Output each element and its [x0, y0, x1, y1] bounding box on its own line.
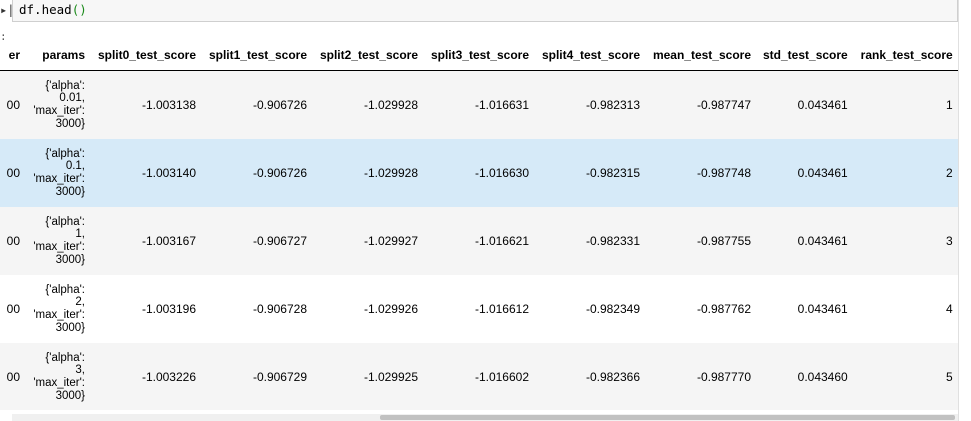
params-cell: {'alpha': 0.1, 'max_iter': 3000} — [26, 139, 91, 207]
table-row: 00 {'alpha': 3, 'max_iter': 3000} -1.003… — [0, 343, 959, 410]
params-cell: {'alpha': 1, 'max_iter': 3000} — [26, 207, 91, 275]
code-prefix: df.head — [19, 2, 72, 17]
split3-cell: -1.016621 — [424, 207, 535, 275]
iter-cell: 00 — [0, 70, 26, 139]
rank-cell: 4 — [853, 275, 959, 343]
split1-cell: -0.906726 — [202, 139, 313, 207]
split4-cell: -0.982349 — [535, 275, 646, 343]
params-line: 'max_iter': — [33, 105, 85, 117]
horizontal-scrollbar[interactable] — [12, 414, 958, 421]
std-cell: 0.043461 — [757, 139, 854, 207]
params-line: {'alpha': — [45, 283, 85, 296]
panel-divider — [958, 0, 959, 421]
table-row: 00 {'alpha': 0.01, 'max_iter': 3000} -1.… — [0, 70, 959, 139]
split2-cell: -1.029928 — [313, 70, 424, 139]
params-line: 0.1, — [65, 160, 85, 173]
mean-cell: -0.987748 — [646, 139, 757, 207]
column-header: split1_test_score — [202, 40, 313, 71]
std-cell: 0.043461 — [757, 70, 854, 139]
split0-cell: -1.003196 — [91, 275, 202, 343]
split1-cell: -0.906729 — [202, 343, 313, 410]
split1-cell: -0.906727 — [202, 207, 313, 275]
rank-cell: 5 — [853, 343, 959, 410]
column-header: split0_test_score — [91, 40, 202, 71]
split1-cell: -0.906728 — [202, 275, 313, 343]
rank-cell: 2 — [853, 139, 959, 207]
header-row: er params split0_test_score split1_test_… — [0, 40, 959, 71]
params-line: 3000} — [55, 117, 85, 130]
split2-cell: -1.029925 — [313, 343, 424, 410]
iter-cell: 00 — [0, 207, 26, 275]
split0-cell: -1.003140 — [91, 139, 202, 207]
code-parens: () — [71, 2, 87, 17]
split3-cell: -1.016630 — [424, 139, 535, 207]
split3-cell: -1.016602 — [424, 343, 535, 410]
column-header: mean_test_score — [646, 40, 757, 71]
params-line: 3, — [75, 364, 85, 377]
params-line: 'max_iter': — [33, 241, 85, 253]
dataframe-output: er params split0_test_score split1_test_… — [0, 40, 971, 410]
params-line: 'max_iter': — [33, 173, 85, 185]
column-header: er — [0, 40, 26, 71]
split0-cell: -1.003138 — [91, 70, 202, 139]
split4-cell: -0.982315 — [535, 139, 646, 207]
code-text[interactable]: df.head() — [19, 2, 87, 17]
mean-cell: -0.987747 — [646, 70, 757, 139]
code-cell[interactable]: df.head() — [12, 0, 958, 22]
params-line: 3000} — [55, 389, 85, 402]
params-line: 3000} — [55, 253, 85, 266]
iter-cell: 00 — [0, 343, 26, 410]
params-line: {'alpha': — [45, 215, 85, 228]
column-header: std_test_score — [757, 40, 854, 71]
mean-cell: -0.987770 — [646, 343, 757, 410]
table-row: 00 {'alpha': 1, 'max_iter': 3000} -1.003… — [0, 207, 959, 275]
split4-cell: -0.982313 — [535, 70, 646, 139]
params-line: {'alpha': — [45, 147, 85, 160]
column-header: params — [26, 40, 91, 71]
params-cell: {'alpha': 2, 'max_iter': 3000} — [26, 275, 91, 343]
mean-cell: -0.987762 — [646, 275, 757, 343]
params-line: 1, — [75, 228, 85, 241]
split2-cell: -1.029927 — [313, 207, 424, 275]
params-cell: {'alpha': 0.01, 'max_iter': 3000} — [26, 70, 91, 139]
split4-cell: -0.982366 — [535, 343, 646, 410]
std-cell: 0.043461 — [757, 275, 854, 343]
split2-cell: -1.029928 — [313, 139, 424, 207]
split3-cell: -1.016631 — [424, 70, 535, 139]
scrollbar-thumb[interactable] — [380, 415, 955, 420]
column-header: split2_test_score — [313, 40, 424, 71]
params-line: 'max_iter': — [33, 309, 85, 321]
column-header: split3_test_score — [424, 40, 535, 71]
notebook-page: ▸| df.head() : er params split0_test_sco… — [0, 0, 971, 421]
params-line: 0.01, — [59, 92, 85, 105]
split2-cell: -1.029926 — [313, 275, 424, 343]
rank-cell: 3 — [853, 207, 959, 275]
split0-cell: -1.003167 — [91, 207, 202, 275]
std-cell: 0.043460 — [757, 343, 854, 410]
split4-cell: -0.982331 — [535, 207, 646, 275]
table-row: 00 {'alpha': 0.1, 'max_iter': 3000} -1.0… — [0, 139, 959, 207]
iter-cell: 00 — [0, 275, 26, 343]
params-line: 3000} — [55, 185, 85, 198]
params-line: 3000} — [55, 321, 85, 334]
split1-cell: -0.906726 — [202, 70, 313, 139]
column-header: split4_test_score — [535, 40, 646, 71]
params-line: 2, — [75, 296, 85, 309]
column-header: rank_test_score — [853, 40, 959, 71]
iter-cell: 00 — [0, 139, 26, 207]
params-line: {'alpha': — [45, 79, 85, 92]
table-row: 00 {'alpha': 2, 'max_iter': 3000} -1.003… — [0, 275, 959, 343]
split3-cell: -1.016612 — [424, 275, 535, 343]
params-cell: {'alpha': 3, 'max_iter': 3000} — [26, 343, 91, 410]
mean-cell: -0.987755 — [646, 207, 757, 275]
params-line: {'alpha': — [45, 351, 85, 364]
params-line: 'max_iter': — [33, 377, 85, 389]
std-cell: 0.043461 — [757, 207, 854, 275]
split0-cell: -1.003226 — [91, 343, 202, 410]
dataframe-table: er params split0_test_score split1_test_… — [0, 40, 959, 410]
rank-cell: 1 — [853, 70, 959, 139]
